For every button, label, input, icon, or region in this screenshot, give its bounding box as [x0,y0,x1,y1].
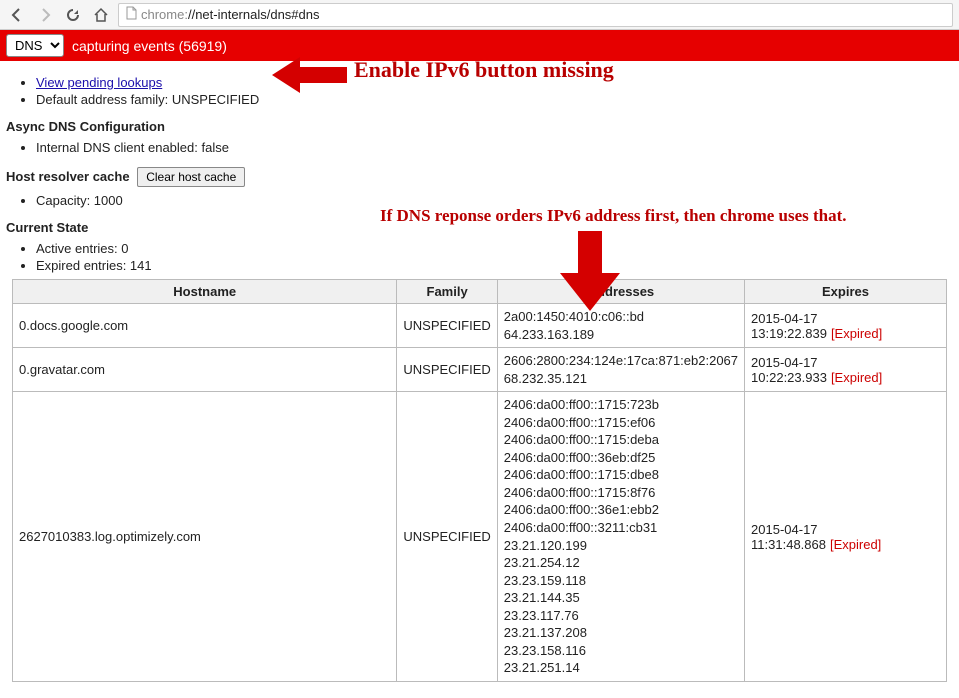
table-row: 2627010383.log.optimizely.comUNSPECIFIED… [13,392,947,682]
address-line: 2406:da00:ff00::1715:dbe8 [504,466,738,484]
address-line: 23.21.254.12 [504,554,738,572]
address-line: 2406:da00:ff00::1715:ef06 [504,414,738,432]
address-line: 23.21.251.14 [504,659,738,677]
annotation-arrow-down [560,231,620,314]
expires-timestamp: 2015-04-17 11:31:48.868 [751,522,826,552]
expires-timestamp: 2015-04-17 13:19:22.839 [751,311,827,341]
table-row: 0.docs.google.comUNSPECIFIED2a00:1450:40… [13,304,947,348]
url-path: //net-internals/dns#dns [188,7,320,22]
view-pending-lookups-link[interactable]: View pending lookups [36,75,162,90]
address-line: 2406:da00:ff00::36e1:ebb2 [504,501,738,519]
list-item: Internal DNS client enabled: false [36,140,953,155]
url-scheme: chrome: [141,7,188,22]
cell-hostname: 0.gravatar.com [13,348,397,392]
browser-toolbar: chrome://net-internals/dns#dns [0,0,959,30]
address-bar[interactable]: chrome://net-internals/dns#dns [118,3,953,27]
address-line: 2406:da00:ff00::1715:723b [504,396,738,414]
annotation-text-missing-button: Enable IPv6 button missing [354,57,614,83]
table-header-row: Hostname Family Addresses Expires [13,280,947,304]
cell-family: UNSPECIFIED [397,392,497,682]
annotation-arrow-left [272,53,347,97]
address-line: 2406:da00:ff00::36eb:df25 [504,449,738,467]
address-line: 23.23.159.118 [504,572,738,590]
col-addresses: Addresses [497,280,744,304]
current-state-list: Active entries: 0 Expired entries: 141 [36,241,953,273]
address-line: 23.21.144.35 [504,589,738,607]
forward-button[interactable] [34,4,56,26]
url-text: chrome://net-internals/dns#dns [141,7,320,22]
home-button[interactable] [90,4,112,26]
dns-cache-table: Hostname Family Addresses Expires 0.docs… [12,279,947,682]
page-icon [125,6,137,23]
address-line: 2a00:1450:4010:c06::bd [504,308,738,326]
expired-tag: [Expired] [831,370,882,385]
table-row: 0.gravatar.comUNSPECIFIED2606:2800:234:1… [13,348,947,392]
main-content: View pending lookups Default address fam… [0,61,959,688]
list-item: Default address family: UNSPECIFIED [36,92,953,107]
cell-expires: 2015-04-17 13:19:22.839 [Expired] [745,304,947,348]
annotation-text-ipv6-order: If DNS reponse orders IPv6 address first… [380,206,847,226]
host-resolver-cache-heading: Host resolver cache [6,169,130,184]
arrow-left-icon [272,53,347,97]
address-line: 2406:da00:ff00::1715:deba [504,431,738,449]
cell-expires: 2015-04-17 10:22:23.933 [Expired] [745,348,947,392]
section-select[interactable]: DNS [6,34,64,57]
address-line: 23.21.120.199 [504,537,738,555]
col-family: Family [397,280,497,304]
cell-hostname: 2627010383.log.optimizely.com [13,392,397,682]
address-line: 2406:da00:ff00::3211:cb31 [504,519,738,537]
expired-tag: [Expired] [831,326,882,341]
cell-addresses: 2a00:1450:4010:c06::bd64.233.163.189 [497,304,744,348]
expires-timestamp: 2015-04-17 10:22:23.933 [751,355,827,385]
cell-hostname: 0.docs.google.com [13,304,397,348]
async-dns-list: Internal DNS client enabled: false [36,140,953,155]
arrow-down-icon [560,231,620,311]
list-item: Expired entries: 141 [36,258,953,273]
host-resolver-cache-row: Host resolver cache Clear host cache [6,167,953,187]
clear-host-cache-button[interactable]: Clear host cache [137,167,245,187]
address-line: 64.233.163.189 [504,326,738,344]
address-line: 68.232.35.121 [504,370,738,388]
cell-family: UNSPECIFIED [397,348,497,392]
cell-addresses: 2606:2800:234:124e:17ca:871:eb2:206768.2… [497,348,744,392]
capture-status-text: capturing events (56919) [72,38,227,54]
col-expires: Expires [745,280,947,304]
expired-tag: [Expired] [830,537,881,552]
reload-button[interactable] [62,4,84,26]
cell-family: UNSPECIFIED [397,304,497,348]
address-line: 23.23.117.76 [504,607,738,625]
address-line: 23.23.158.116 [504,642,738,660]
cell-addresses: 2406:da00:ff00::1715:723b2406:da00:ff00:… [497,392,744,682]
address-line: 2606:2800:234:124e:17ca:871:eb2:2067 [504,352,738,370]
async-dns-heading: Async DNS Configuration [6,119,953,134]
col-hostname: Hostname [13,280,397,304]
back-button[interactable] [6,4,28,26]
cell-expires: 2015-04-17 11:31:48.868 [Expired] [745,392,947,682]
list-item: Active entries: 0 [36,241,953,256]
address-line: 23.21.137.208 [504,624,738,642]
address-line: 2406:da00:ff00::1715:8f76 [504,484,738,502]
